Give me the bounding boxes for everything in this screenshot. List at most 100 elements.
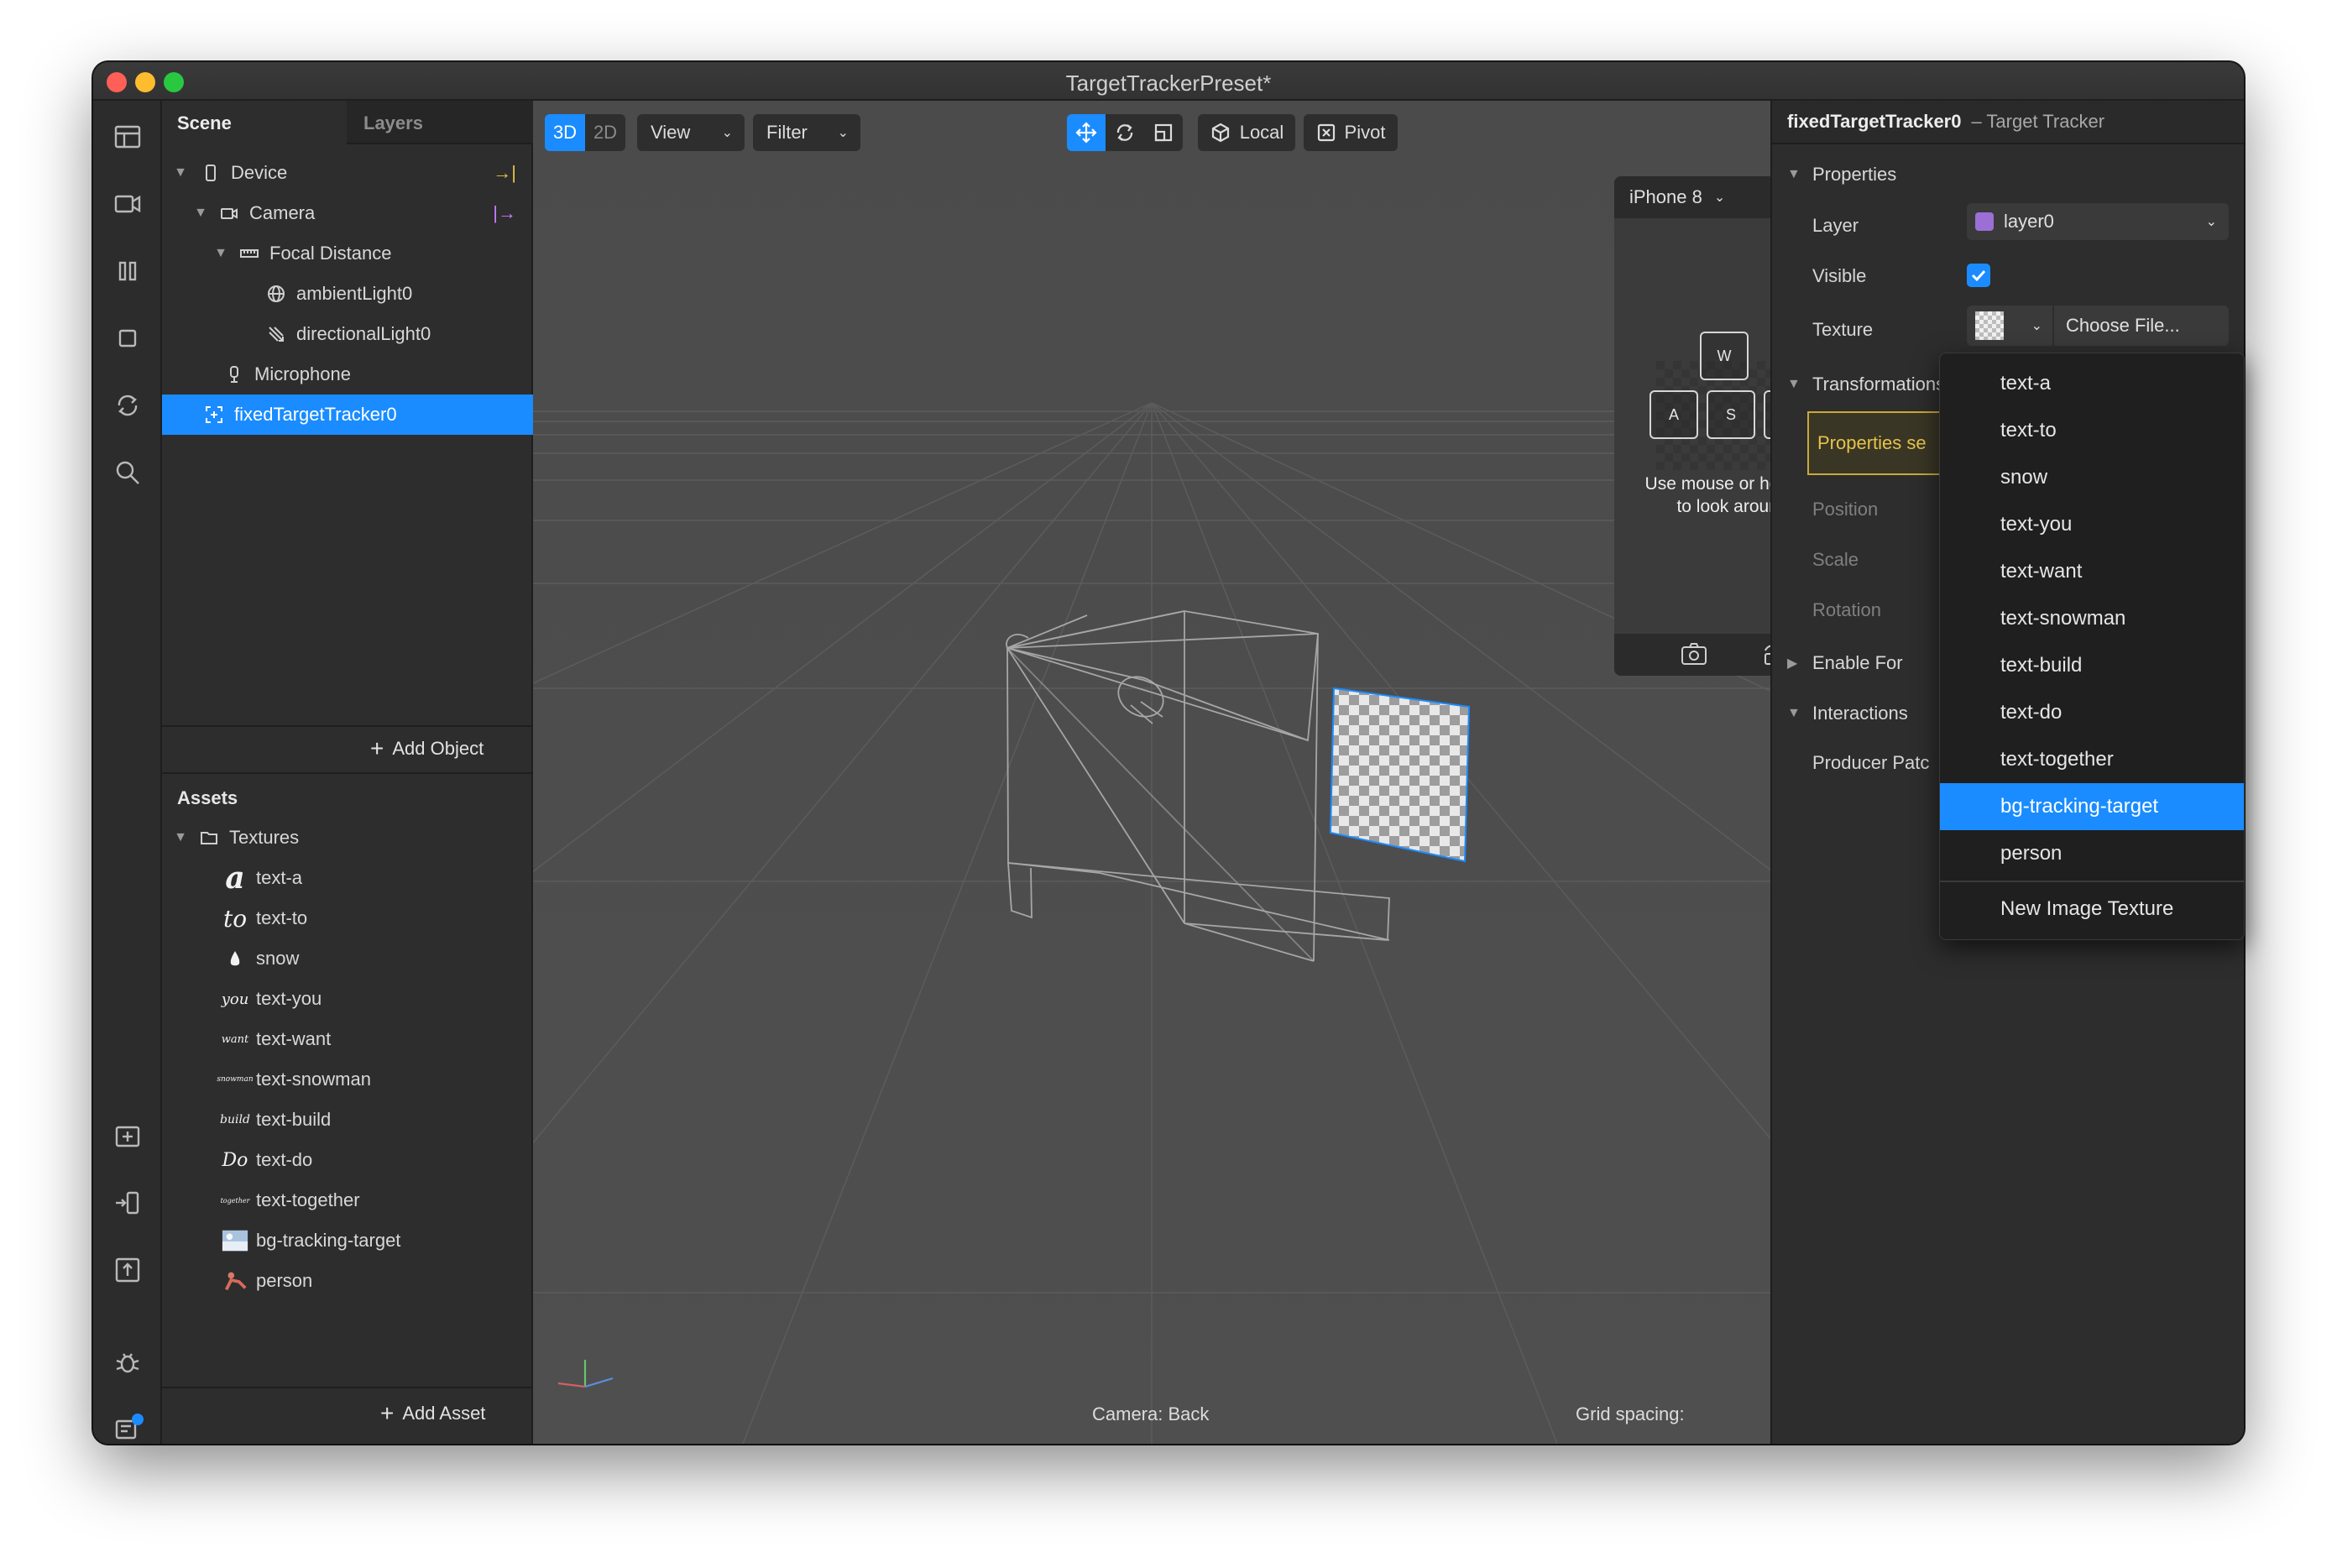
collapse-chevron-icon[interactable]: ▼: [1787, 706, 1807, 721]
tab-scene[interactable]: Scene: [162, 101, 347, 144]
asset-snow[interactable]: snow: [221, 938, 299, 979]
menu-item-person[interactable]: person: [1940, 830, 2244, 877]
section-interactions-label: Interactions: [1812, 703, 1908, 724]
asset-text-build[interactable]: build text-build: [220, 1100, 332, 1140]
tab-layers[interactable]: Layers: [348, 101, 533, 144]
menu-item-text-you[interactable]: text-you: [1940, 501, 2244, 548]
tree-item-directional-light[interactable]: directionalLight0: [162, 314, 533, 354]
collapse-chevron-icon[interactable]: ▼: [1787, 167, 1807, 182]
menu-item-text-to[interactable]: text-to: [1940, 407, 2244, 454]
pivot-button[interactable]: Pivot: [1304, 114, 1398, 151]
key-w[interactable]: W: [1700, 332, 1749, 380]
menu-item-text-do[interactable]: text-do: [1940, 689, 2244, 736]
mode-3d-button[interactable]: 3D: [545, 114, 585, 151]
filter-dropdown[interactable]: Filter ⌄: [753, 114, 860, 151]
menu-item-text-together[interactable]: text-together: [1940, 736, 2244, 783]
tree-item-label: directionalLight0: [296, 323, 431, 344]
tree-item-ambient-light[interactable]: ambientLight0: [162, 274, 533, 314]
choose-file-button[interactable]: Choose File...: [2054, 306, 2229, 346]
add-asset-button[interactable]: + Add Asset: [380, 1395, 485, 1432]
asset-label: bg-tracking-target: [256, 1230, 401, 1251]
asset-bg-tracking-target[interactable]: bg-tracking-target: [221, 1220, 400, 1261]
upload-icon[interactable]: [108, 1251, 147, 1289]
device-selector[interactable]: iPhone 8 ⌄: [1629, 186, 1725, 208]
tree-item-focal-distance[interactable]: ▼ Focal Distance: [162, 233, 533, 274]
mode-2d-button[interactable]: 2D: [585, 114, 625, 151]
visible-checkbox[interactable]: [1967, 264, 1990, 287]
screenshot-icon[interactable]: [1680, 642, 1708, 667]
checkmark-icon: [1971, 269, 1986, 282]
pause-icon[interactable]: [108, 252, 147, 290]
scene-panel: Scene Layers ▼ Device →| ▼ Camera |→ ▼ F…: [162, 101, 533, 772]
section-properties-label: Properties: [1812, 164, 1897, 185]
grid-spacing-label: Grid spacing:: [1576, 1403, 1685, 1424]
collapse-chevron-icon[interactable]: ▼: [172, 165, 189, 180]
video-camera-icon[interactable]: [108, 185, 147, 223]
asset-person[interactable]: person: [221, 1261, 312, 1301]
move-tool-button[interactable]: [1067, 114, 1106, 151]
collapse-chevron-icon[interactable]: ▼: [212, 246, 229, 261]
scene-viewport[interactable]: 3D 2D View ⌄ Filter ⌄ Local Pivot Camera…: [533, 101, 1770, 1444]
section-interactions[interactable]: ▼ Interactions: [1772, 688, 1908, 739]
layer-select[interactable]: layer0 ⌄: [1967, 203, 2229, 240]
menu-item-text-want[interactable]: text-want: [1940, 548, 2244, 595]
phone-icon: [199, 161, 222, 185]
asset-text-snowman[interactable]: snowman text-snowman: [217, 1059, 371, 1100]
menu-item-text-a[interactable]: text-a: [1940, 360, 2244, 407]
menu-item-snow[interactable]: snow: [1940, 454, 2244, 501]
stop-icon[interactable]: [108, 319, 147, 358]
asset-text-do[interactable]: Do text-do: [221, 1140, 313, 1180]
asset-text-want[interactable]: want text-want: [221, 1019, 332, 1059]
pivot-label: Pivot: [1344, 122, 1386, 143]
menu-item-text-snowman[interactable]: text-snowman: [1940, 595, 2244, 642]
refresh-icon[interactable]: [108, 386, 147, 425]
assets-title: Assets: [177, 787, 238, 808]
add-object-button[interactable]: + Add Object: [370, 730, 484, 767]
add-folder-icon[interactable]: [108, 1116, 147, 1155]
tree-item-fixed-target-tracker[interactable]: fixedTargetTracker0: [162, 395, 533, 435]
tree-item-label: Camera: [249, 202, 316, 223]
console-icon[interactable]: [108, 1410, 147, 1444]
asset-text-together[interactable]: together text-together: [221, 1180, 360, 1220]
search-icon[interactable]: [108, 453, 147, 492]
tree-item-device[interactable]: ▼ Device →|: [162, 153, 533, 193]
input-arrow-icon: |→: [493, 202, 516, 223]
scale-tool-button[interactable]: [1144, 114, 1183, 151]
texture-thumbnail-icon: build: [220, 1113, 250, 1126]
folder-textures[interactable]: ▼ Textures: [162, 818, 533, 858]
asset-label: text-a: [256, 867, 303, 888]
section-properties[interactable]: ▼ Properties: [1772, 149, 1896, 200]
inspector-header: fixedTargetTracker0 – Target Tracker: [1772, 101, 2244, 144]
key-a[interactable]: A: [1649, 390, 1698, 439]
camera-label: Camera: Back: [1092, 1403, 1210, 1424]
section-transformations[interactable]: ▼ Transformations: [1772, 359, 1945, 410]
send-to-device-icon[interactable]: [108, 1184, 147, 1222]
menu-item-text-build[interactable]: text-build: [1940, 642, 2244, 689]
tree-item-label: ambientLight0: [296, 283, 413, 304]
local-space-button[interactable]: Local: [1198, 114, 1295, 151]
tree-item-microphone[interactable]: Microphone: [162, 354, 533, 395]
tree-item-camera[interactable]: ▼ Camera |→: [162, 193, 533, 233]
collapse-chevron-icon[interactable]: ▼: [192, 206, 209, 221]
asset-text-to[interactable]: to text-to: [221, 898, 307, 938]
asset-label: text-build: [256, 1109, 332, 1130]
asset-label: person: [256, 1270, 313, 1291]
collapse-chevron-icon[interactable]: ▼: [172, 830, 189, 845]
bug-icon[interactable]: [108, 1343, 147, 1382]
key-s[interactable]: S: [1707, 390, 1755, 439]
object-type: – Target Tracker: [1971, 111, 2105, 132]
menu-item-new-image-texture[interactable]: New Image Texture: [1940, 886, 2244, 933]
view-dropdown[interactable]: View ⌄: [637, 114, 745, 151]
expand-chevron-icon[interactable]: ▶: [1787, 655, 1807, 672]
texture-swatch-dropdown[interactable]: ⌄: [1967, 306, 2052, 346]
collapse-chevron-icon[interactable]: ▼: [1787, 377, 1807, 392]
section-enable-for[interactable]: ▶ Enable For: [1772, 638, 1903, 688]
menu-item-bg-tracking-target[interactable]: bg-tracking-target: [1940, 783, 2244, 830]
texture-thumbnail-icon: a: [225, 860, 245, 896]
asset-text-you[interactable]: you text-you: [221, 979, 322, 1019]
layout-icon[interactable]: [108, 118, 147, 156]
scale-icon: [1154, 123, 1173, 142]
rotate-tool-button[interactable]: [1106, 114, 1144, 151]
tree-item-label: Focal Distance: [269, 243, 392, 264]
asset-text-a[interactable]: a text-a: [221, 858, 302, 898]
